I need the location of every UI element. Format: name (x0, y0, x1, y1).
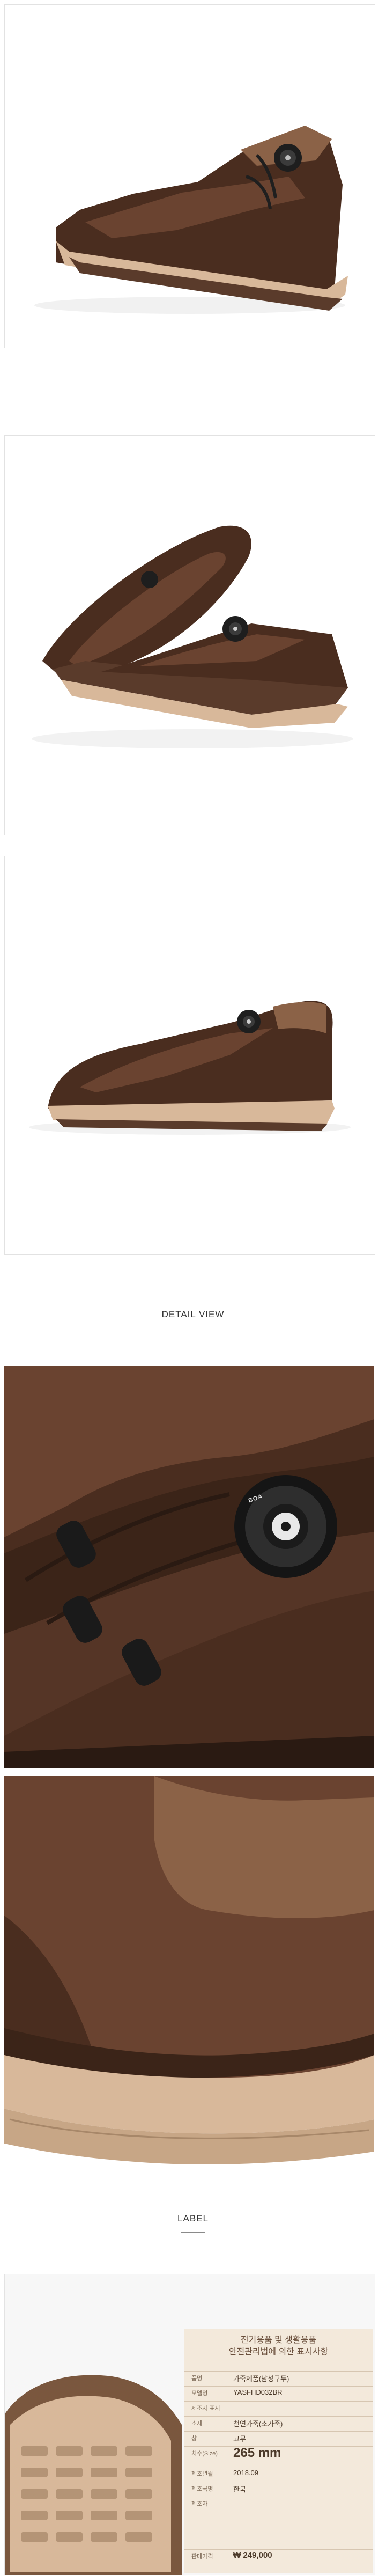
label-row-country: 제조국명 한국 (184, 2482, 373, 2495)
label-row-maker: 제조자 (184, 2497, 373, 2510)
label-value-size: 265 mm (233, 2446, 281, 2460)
care-label-header-line1: 전기용품 및 생활용품 (240, 2336, 317, 2345)
shoe-top-view-photo (4, 435, 375, 835)
label-key-material: 소재 (191, 2420, 203, 2427)
label-value-date: 2018.09 (233, 2469, 258, 2477)
label-row-model: 모델명 YASFHD032BR (184, 2386, 373, 2399)
shoe-profile-view-svg (5, 856, 375, 1254)
dial-closeup-photo: BOA (4, 1366, 374, 1768)
shoe-profile-view-photo (4, 856, 375, 1255)
label-row-material: 소재 천연가죽(소가죽) (184, 2416, 373, 2430)
shoe-side-view-photo (4, 4, 375, 348)
label-title: LABEL (177, 2213, 209, 2223)
label-row-price: 판매가격 ₩ 249,000 (184, 2549, 373, 2563)
label-key-sole: 창 (191, 2435, 197, 2442)
label-key-country: 제조국명 (191, 2486, 213, 2492)
label-value-product: 가죽제품(남성구두) (233, 2375, 290, 2383)
shoe-side-view-svg (5, 5, 375, 348)
label-key-model: 모델명 (191, 2390, 208, 2397)
care-label-card: 전기용품 및 생활용품 안전관리법에 의한 표시사항 품명 가죽제품(남성구두)… (184, 2329, 373, 2573)
label-value-country: 한국 (233, 2485, 246, 2493)
label-value-sole: 고무 (233, 2435, 246, 2443)
label-value-material: 천연가죽(소가죽) (233, 2420, 283, 2428)
care-label-header: 전기용품 및 생활용품 안전관리법에 의한 표시사항 (184, 2329, 373, 2372)
heel-closeup-photo (4, 1776, 374, 2174)
label-key-size: 치수(Size) (191, 2450, 218, 2457)
label-key-date: 제조년월 (191, 2471, 213, 2477)
label-divider (181, 2232, 205, 2233)
label-key-maker: 제조자 (191, 2501, 208, 2507)
label-value-price: ₩ 249,000 (233, 2551, 272, 2560)
label-row-maker-mark: 제조자 표시 (184, 2401, 373, 2414)
label-row-product: 품명 가죽제품(남성구두) (184, 2371, 373, 2384)
label-value-model: YASFHD032BR (233, 2388, 283, 2396)
shoe-top-view-svg (5, 436, 375, 835)
care-label-header-line2: 안전관리법에 의한 표시사항 (228, 2347, 329, 2357)
dial-closeup-svg (4, 1366, 374, 1768)
label-key-maker-mark: 제조자 표시 (191, 2405, 220, 2412)
label-key-product: 품명 (191, 2375, 203, 2382)
label-row-sole: 창 고무 (184, 2431, 373, 2445)
label-row-date: 제조년월 2018.09 (184, 2467, 373, 2480)
detail-view-title: DETAIL VIEW (161, 1309, 225, 1319)
label-key-price: 판매가격 (191, 2553, 213, 2560)
heel-closeup-svg (4, 1776, 374, 2174)
label-row-size: 치수(Size) 265 mm (184, 2446, 373, 2465)
